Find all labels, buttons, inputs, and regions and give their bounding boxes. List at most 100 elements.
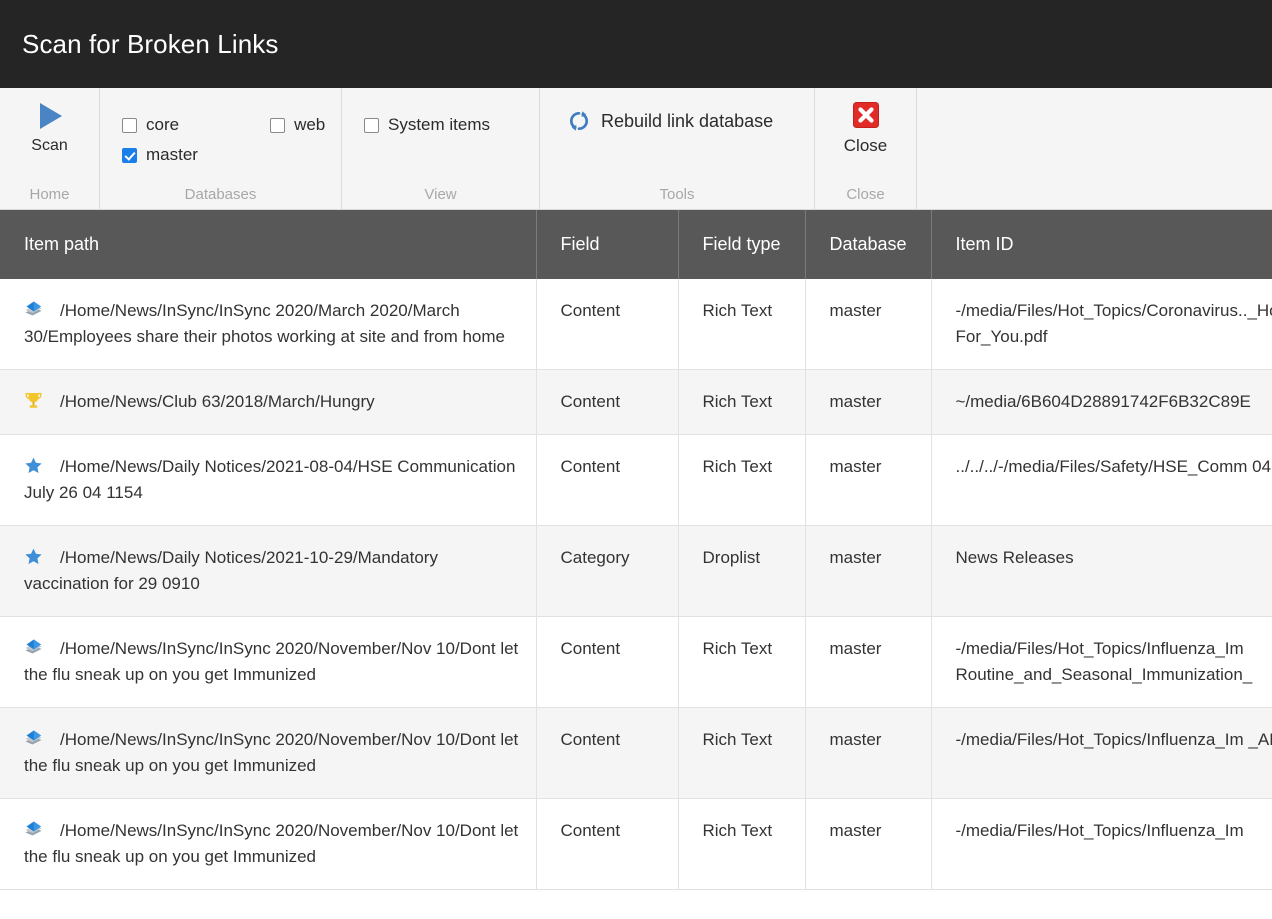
checkbox-master-label: master: [146, 145, 198, 164]
broken-links-table: Item path Field Field type Database Item…: [0, 210, 1272, 890]
ribbon-group-view: System items View: [342, 88, 540, 209]
checkbox-web-label: web: [294, 115, 326, 134]
book-icon: [24, 820, 43, 839]
cell-field: Content: [536, 798, 679, 890]
cell-database: master: [805, 525, 932, 617]
column-header-field-type[interactable]: Field type: [678, 210, 806, 279]
cell-field: Category: [536, 525, 679, 617]
column-header-database[interactable]: Database: [805, 210, 932, 279]
ribbon-toolbar: Scan Home core web master Databases Syst…: [0, 88, 1272, 210]
cell-field-type: Droplist: [678, 525, 806, 617]
cell-database: master: [805, 279, 932, 370]
checkbox-web[interactable]: web: [270, 115, 325, 135]
book-icon: [24, 300, 43, 319]
checkbox-core[interactable]: core: [122, 115, 179, 135]
rebuild-link-database-button[interactable]: Rebuild link database: [540, 110, 814, 132]
cell-field-type: Rich Text: [678, 279, 806, 370]
sync-icon: [568, 110, 590, 132]
checkbox-core-box[interactable]: [122, 117, 137, 133]
column-header-item-id[interactable]: Item ID: [931, 210, 1272, 279]
table-row[interactable]: /Home/News/InSync/InSync 2020/November/N…: [0, 616, 1272, 708]
database-checkbox-row-2: master: [122, 140, 341, 170]
ribbon-group-databases: core web master Databases: [100, 88, 342, 209]
close-x-icon: [852, 102, 879, 128]
checkbox-system-items[interactable]: System items: [364, 115, 490, 135]
play-icon: [35, 100, 65, 132]
table-row[interactable]: /Home/News/InSync/InSync 2020/November/N…: [0, 798, 1272, 890]
cell-item-path[interactable]: /Home/News/InSync/InSync 2020/November/N…: [0, 707, 537, 799]
ribbon-group-label-view: View: [424, 186, 457, 203]
checkbox-system-items-box[interactable]: [364, 117, 379, 133]
window-title-bar: Scan for Broken Links: [0, 0, 1272, 88]
item-path-text: /Home/News/InSync/InSync 2020/November/N…: [24, 821, 519, 866]
checkbox-system-items-label: System items: [388, 115, 491, 134]
cell-item-path[interactable]: /Home/News/InSync/InSync 2020/November/N…: [0, 616, 537, 708]
item-path-text: /Home/News/Daily Notices/2021-10-29/Mand…: [24, 548, 438, 593]
cell-database: master: [805, 798, 932, 890]
cell-database: master: [805, 707, 932, 799]
window-title: Scan for Broken Links: [22, 28, 279, 59]
ribbon-empty-area: [917, 88, 1272, 209]
book-icon: [24, 638, 43, 657]
cell-item-path[interactable]: /Home/News/Daily Notices/2021-10-29/Mand…: [0, 525, 537, 617]
trophy-icon: [24, 391, 43, 410]
cell-item-id: ~/media/6B604D28891742F6B32C89E: [931, 369, 1272, 435]
ribbon-group-close: Close Close: [815, 88, 917, 209]
cell-database: master: [805, 369, 932, 435]
close-button[interactable]: Close: [815, 88, 916, 156]
cell-database: master: [805, 434, 932, 526]
table-row[interactable]: /Home/News/Club 63/2018/March/Hungry Cont…: [0, 369, 1272, 435]
cell-item-id: ../../../-/media/Files/Safety/HSE_Comm 0…: [931, 434, 1272, 526]
cell-field: Content: [536, 279, 679, 370]
cell-item-path[interactable]: /Home/News/InSync/InSync 2020/March 2020…: [0, 279, 537, 370]
item-path-text: /Home/News/InSync/InSync 2020/March 2020…: [24, 301, 505, 346]
ribbon-group-label-close: Close: [846, 186, 885, 203]
ribbon-group-home: Scan Home: [0, 88, 100, 209]
column-header-item-path[interactable]: Item path: [0, 210, 537, 279]
cell-field-type: Rich Text: [678, 707, 806, 799]
table-row[interactable]: /Home/News/InSync/InSync 2020/November/N…: [0, 707, 1272, 799]
scan-button-label: Scan: [31, 137, 68, 154]
cell-item-id: -/media/Files/Hot_Topics/Coronavirus.._H…: [931, 279, 1272, 370]
cell-item-id: -/media/Files/Hot_Topics/Influenza_Im: [931, 798, 1272, 890]
results-table-container[interactable]: Item path Field Field type Database Item…: [0, 210, 1272, 919]
scan-button[interactable]: Scan: [0, 88, 99, 155]
checkbox-web-box[interactable]: [270, 117, 286, 133]
checkbox-core-label: core: [146, 115, 180, 134]
ribbon-group-tools: Rebuild link database Tools: [540, 88, 815, 209]
star-icon: [24, 547, 43, 566]
column-header-field[interactable]: Field: [536, 210, 679, 279]
cell-field: Content: [536, 434, 679, 526]
table-row[interactable]: /Home/News/Daily Notices/2021-10-29/Mand…: [0, 525, 1272, 617]
view-checkbox-row: System items: [364, 110, 539, 140]
item-path-text: /Home/News/Club 63/2018/March/Hungry: [60, 392, 375, 411]
close-button-label: Close: [843, 136, 888, 155]
table-row[interactable]: /Home/News/Daily Notices/2021-08-04/HSE …: [0, 434, 1272, 526]
table-row[interactable]: /Home/News/InSync/InSync 2020/March 2020…: [0, 279, 1272, 370]
cell-field: Content: [536, 369, 679, 435]
cell-field: Content: [536, 616, 679, 708]
cell-item-id: News Releases: [931, 525, 1272, 617]
ribbon-group-label-tools: Tools: [659, 186, 695, 203]
checkbox-master-box[interactable]: [122, 147, 137, 163]
cell-field-type: Rich Text: [678, 369, 806, 435]
rebuild-link-database-label: Rebuild link database: [601, 110, 774, 131]
ribbon-group-label-databases: Databases: [184, 186, 257, 203]
cell-field-type: Rich Text: [678, 434, 806, 526]
book-icon: [24, 729, 43, 748]
table-body: /Home/News/InSync/InSync 2020/March 2020…: [0, 279, 1272, 890]
cell-item-id: -/media/Files/Hot_Topics/Influenza_Im Ro…: [931, 616, 1272, 708]
cell-item-path[interactable]: /Home/News/Club 63/2018/March/Hungry: [0, 369, 537, 435]
item-path-text: /Home/News/InSync/InSync 2020/November/N…: [24, 730, 519, 775]
cell-field-type: Rich Text: [678, 798, 806, 890]
cell-item-id: -/media/Files/Hot_Topics/Influenza_Im _A…: [931, 707, 1272, 799]
cell-field-type: Rich Text: [678, 616, 806, 708]
star-icon: [24, 456, 43, 475]
ribbon-group-label-home: Home: [29, 186, 70, 203]
checkbox-master[interactable]: master: [122, 145, 198, 165]
cell-database: master: [805, 616, 932, 708]
item-path-text: /Home/News/Daily Notices/2021-08-04/HSE …: [24, 457, 516, 502]
table-header-row: Item path Field Field type Database Item…: [0, 210, 1272, 279]
cell-item-path[interactable]: /Home/News/InSync/InSync 2020/November/N…: [0, 798, 537, 890]
cell-item-path[interactable]: /Home/News/Daily Notices/2021-08-04/HSE …: [0, 434, 537, 526]
